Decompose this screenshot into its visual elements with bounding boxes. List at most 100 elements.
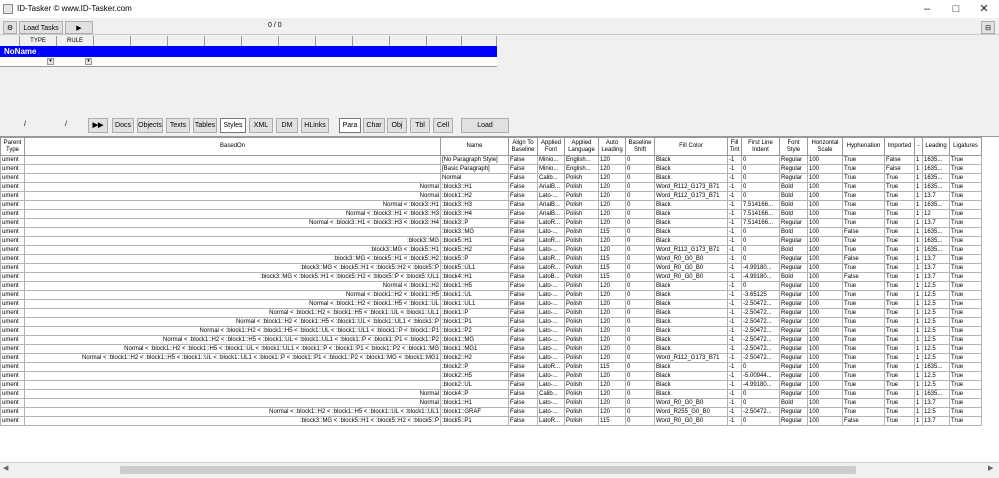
table-cell[interactable]: Polish bbox=[564, 182, 599, 192]
table-cell[interactable]: Word_R112_G173_B71 bbox=[654, 182, 728, 192]
table-cell[interactable]: 1 bbox=[914, 263, 923, 273]
table-row[interactable]: ument Normal False Calib... Polish 120 0 Black -… bbox=[0, 173, 982, 183]
table-cell[interactable]: Word_R0_G0_B0 bbox=[654, 263, 728, 273]
table-cell[interactable]: 0 bbox=[625, 182, 655, 192]
table-cell[interactable]: :block2::H2 bbox=[440, 353, 509, 363]
table-cell[interactable]: Black bbox=[654, 380, 728, 390]
table-cell[interactable]: -1 bbox=[727, 245, 742, 255]
table-cell[interactable]: :block1::P bbox=[440, 308, 509, 318]
table-cell[interactable]: :block1::H5 bbox=[440, 281, 509, 291]
table-cell[interactable]: :block1::MG bbox=[440, 335, 509, 345]
table-cell[interactable]: True bbox=[842, 380, 885, 390]
table-cell[interactable]: Black bbox=[654, 164, 728, 174]
table-cell[interactable]: True bbox=[884, 344, 915, 354]
table-cell[interactable]: Regular bbox=[779, 164, 808, 174]
table-cell[interactable]: :block1::GRAF bbox=[440, 407, 509, 417]
table-cell[interactable]: -1 bbox=[727, 371, 742, 381]
filter-col[interactable] bbox=[462, 36, 497, 46]
table-cell[interactable]: :block4::H1 bbox=[440, 272, 509, 282]
table-cell[interactable]: 1 bbox=[914, 164, 923, 174]
load-tasks-button[interactable]: Load Tasks bbox=[19, 21, 63, 34]
subtab-cell[interactable]: Cell bbox=[433, 118, 453, 133]
table-cell[interactable]: 0 bbox=[625, 416, 655, 426]
table-cell[interactable]: LatoR... bbox=[537, 236, 565, 246]
table-cell[interactable]: True bbox=[842, 263, 885, 273]
table-cell[interactable]: 0 bbox=[625, 398, 655, 408]
table-cell[interactable]: ument bbox=[0, 272, 25, 282]
table-cell[interactable]: Calib... bbox=[537, 173, 565, 183]
table-cell[interactable]: -4.99180... bbox=[741, 380, 780, 390]
table-cell[interactable]: Normal < :block1::H2 < :block1::H5 < :bl… bbox=[24, 308, 441, 318]
table-cell[interactable]: Bold bbox=[779, 182, 808, 192]
table-cell[interactable]: Lato-... bbox=[537, 353, 565, 363]
table-cell[interactable]: ument bbox=[0, 290, 25, 300]
table-cell[interactable]: 1 bbox=[914, 227, 923, 237]
table-cell[interactable]: -2.50472... bbox=[741, 407, 780, 417]
table-cell[interactable]: 1635... bbox=[922, 389, 950, 399]
table-cell[interactable]: ument bbox=[0, 191, 25, 201]
table-cell[interactable]: :block3::MG bbox=[24, 236, 441, 246]
table-cell[interactable]: -1 bbox=[727, 299, 742, 309]
table-cell[interactable]: False bbox=[842, 254, 885, 264]
table-cell[interactable]: Black bbox=[654, 344, 728, 354]
table-cell[interactable]: ument bbox=[0, 218, 25, 228]
table-cell[interactable]: True bbox=[949, 155, 982, 165]
table-cell[interactable]: Normal < :block3::H1 < :block3::H3 bbox=[24, 209, 441, 219]
table-cell[interactable]: False bbox=[508, 317, 538, 327]
table-cell[interactable]: -1 bbox=[727, 353, 742, 363]
filter-col-rule[interactable]: RULE bbox=[57, 36, 94, 46]
table-cell[interactable]: Black bbox=[654, 308, 728, 318]
fast-forward-button[interactable]: ▶▶ bbox=[88, 118, 108, 133]
table-cell[interactable]: True bbox=[884, 236, 915, 246]
table-cell[interactable]: 0 bbox=[625, 326, 655, 336]
column-header[interactable]: Name bbox=[440, 137, 509, 156]
table-cell[interactable]: ument bbox=[0, 380, 25, 390]
table-cell[interactable]: 100 bbox=[807, 344, 843, 354]
table-cell[interactable]: -4.99180... bbox=[741, 263, 780, 273]
table-cell[interactable]: 120 bbox=[598, 344, 626, 354]
table-cell[interactable]: -1 bbox=[727, 227, 742, 237]
table-cell[interactable]: -2.50472... bbox=[741, 308, 780, 318]
table-cell[interactable]: 0 bbox=[625, 317, 655, 327]
table-cell[interactable] bbox=[24, 164, 441, 174]
table-cell[interactable]: 0 bbox=[741, 227, 780, 237]
table-cell[interactable]: ument bbox=[0, 254, 25, 264]
table-cell[interactable]: True bbox=[949, 164, 982, 174]
table-cell[interactable]: 12.5 bbox=[922, 290, 950, 300]
table-cell[interactable]: Lato-... bbox=[537, 281, 565, 291]
table-cell[interactable]: -1 bbox=[727, 155, 742, 165]
table-cell[interactable]: -1 bbox=[727, 398, 742, 408]
table-cell[interactable]: True bbox=[949, 353, 982, 363]
table-cell[interactable]: 100 bbox=[807, 380, 843, 390]
table-cell[interactable]: True bbox=[842, 299, 885, 309]
table-cell[interactable]: :block3::H4 bbox=[440, 209, 509, 219]
table-cell[interactable]: True bbox=[949, 200, 982, 210]
table-row[interactable]: ument Normal < :block1::H2 < :block1::H5:… bbox=[0, 290, 982, 300]
table-row[interactable]: ument:block3::MG:block5::H1 False LatoR...… bbox=[0, 236, 982, 246]
table-row[interactable]: ument Normal:block1::H1 False Lato-... Polis… bbox=[0, 398, 982, 408]
table-cell[interactable]: Regular bbox=[779, 353, 808, 363]
subtab-tbl[interactable]: Tbl bbox=[410, 118, 430, 133]
table-cell[interactable]: False bbox=[508, 389, 538, 399]
table-cell[interactable]: Black bbox=[654, 362, 728, 372]
table-cell[interactable]: Polish bbox=[564, 227, 599, 237]
table-cell[interactable]: Regular bbox=[779, 317, 808, 327]
table-cell[interactable]: 100 bbox=[807, 317, 843, 327]
table-cell[interactable]: False bbox=[508, 416, 538, 426]
column-header[interactable]: Auto Leading bbox=[598, 137, 626, 156]
table-cell[interactable]: False bbox=[508, 155, 538, 165]
panel-toggle-icon[interactable]: ⊟ bbox=[981, 21, 995, 34]
table-cell[interactable]: 100 bbox=[807, 326, 843, 336]
table-row[interactable]: ument Normal < :block1::H2 < :block1::H5 … bbox=[0, 353, 982, 363]
column-header[interactable]: Hyphenation bbox=[842, 137, 885, 156]
table-cell[interactable]: 13.7 bbox=[922, 254, 950, 264]
table-cell[interactable]: Word_R112_G173_B71 bbox=[654, 353, 728, 363]
table-cell[interactable]: 0 bbox=[625, 263, 655, 273]
table-cell[interactable]: 120 bbox=[598, 335, 626, 345]
table-cell[interactable]: 1635... bbox=[922, 155, 950, 165]
table-cell[interactable]: :block3::P bbox=[440, 218, 509, 228]
table-cell[interactable]: Normal bbox=[24, 191, 441, 201]
table-cell[interactable]: True bbox=[884, 272, 915, 282]
table-cell[interactable]: Bold bbox=[779, 398, 808, 408]
table-cell[interactable]: -2.50472... bbox=[741, 326, 780, 336]
